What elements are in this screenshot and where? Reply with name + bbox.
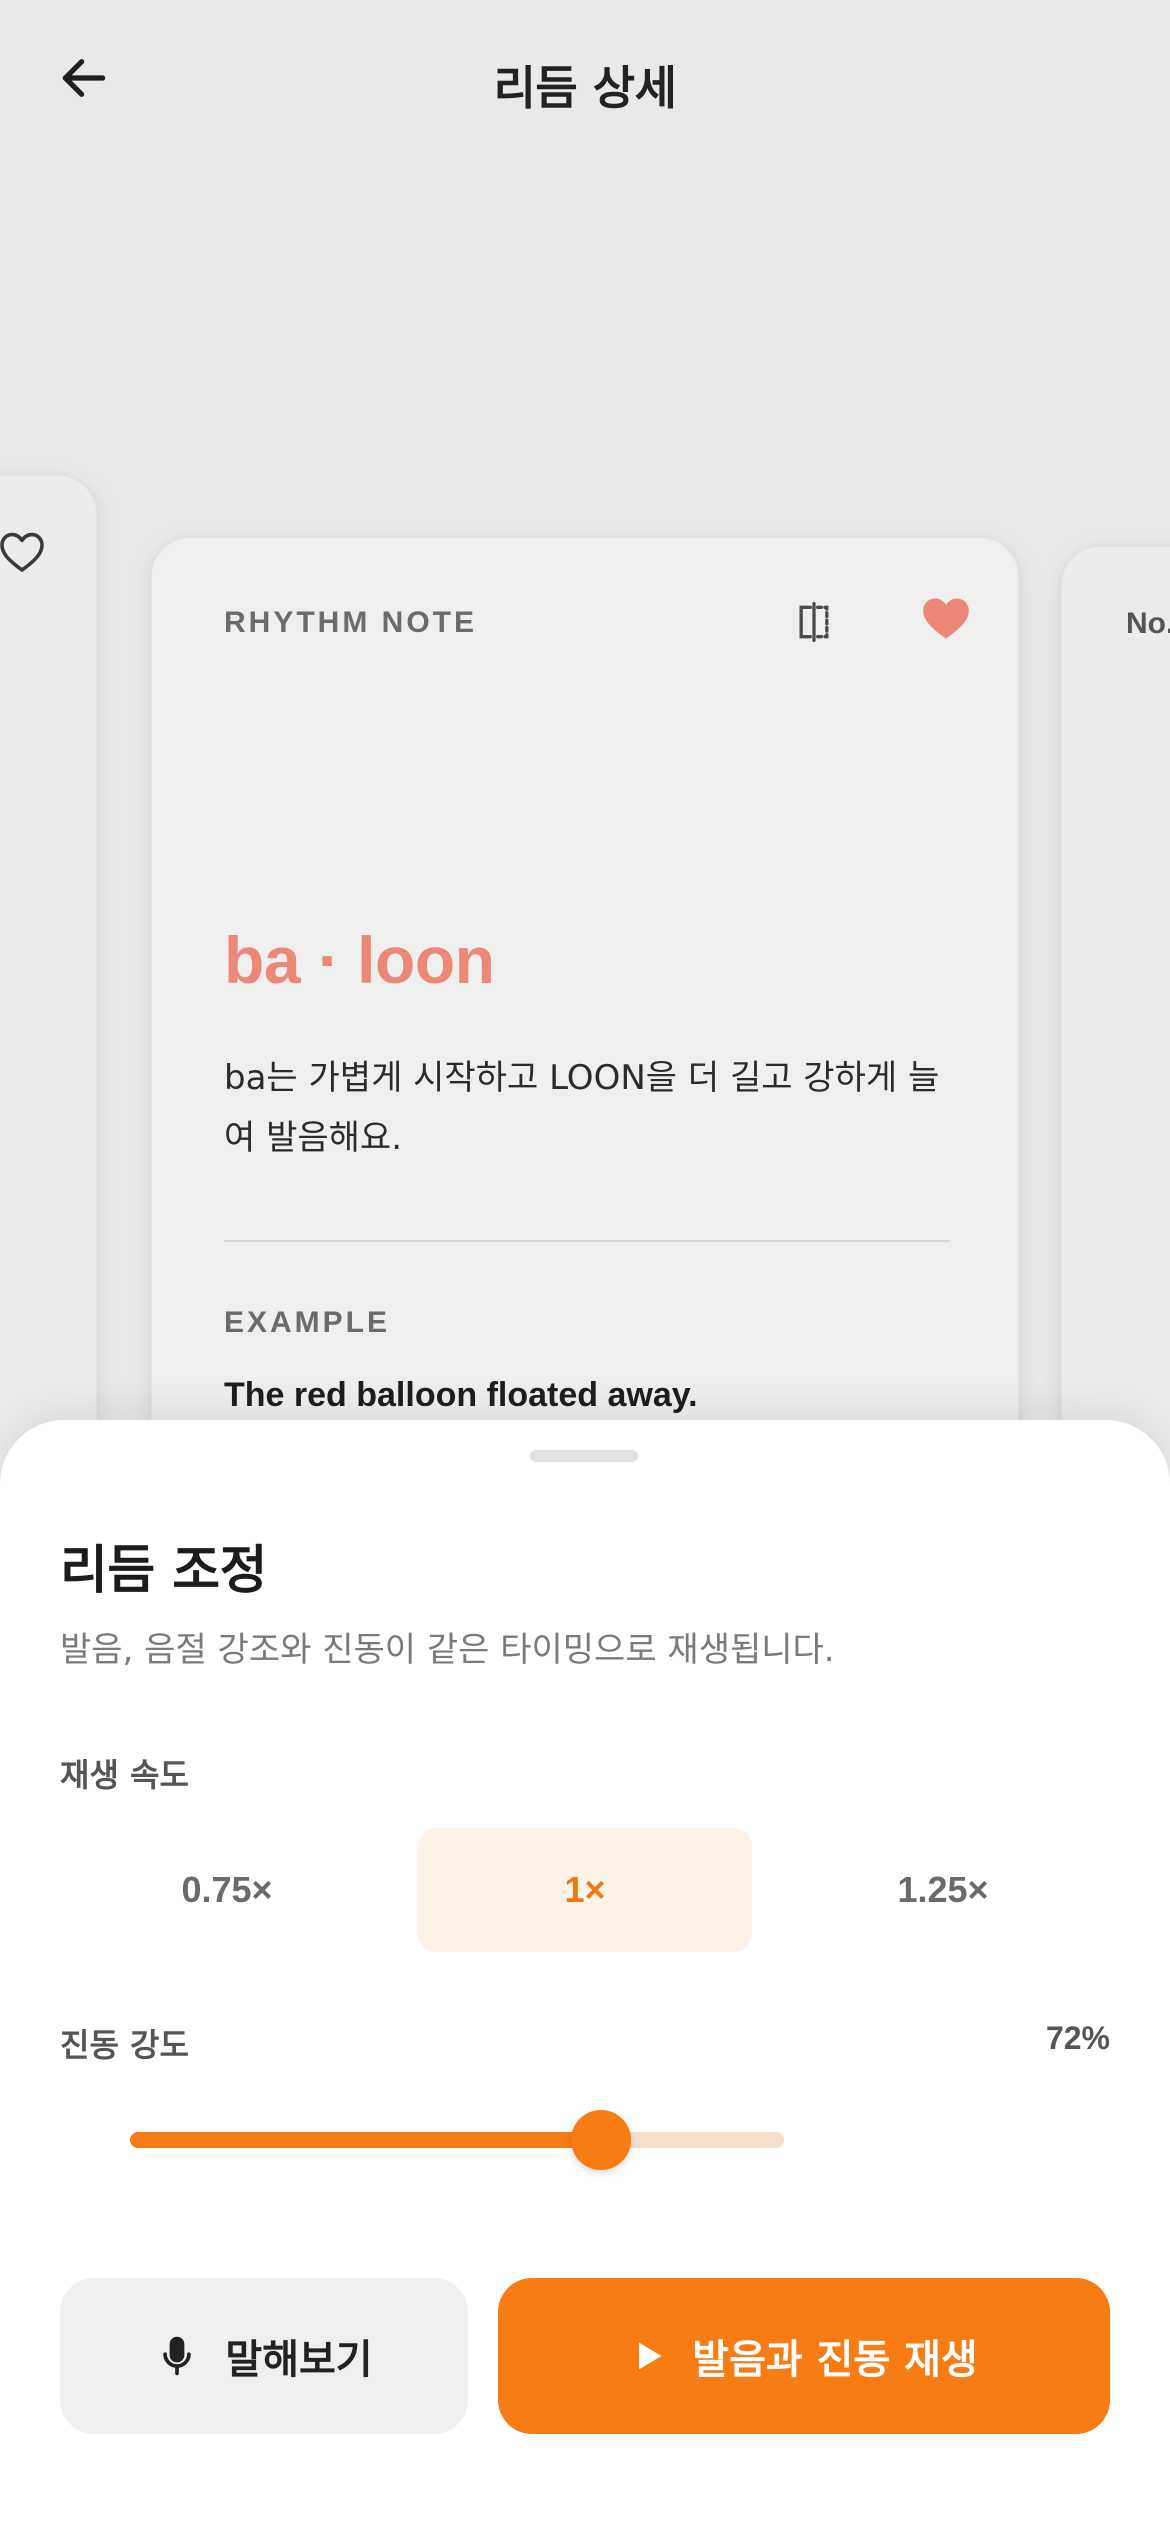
sheet-drag-handle[interactable] [530,1450,638,1462]
speed-option-1.25[interactable]: 1.25× [776,1828,1110,1952]
compare-split-icon[interactable] [792,600,836,644]
microphone-icon [163,2336,192,2376]
vibration-strength-slider[interactable] [130,2100,784,2180]
play-icon [639,2342,662,2370]
slider-fill [130,2132,601,2148]
sheet-subtitle: 발음, 음절 강조와 진동이 같은 타이밍으로 재생됩니다. [60,1630,835,1670]
playback-speed-selector: 0.75× 1× 1.25× [60,1828,1110,1952]
pronunciation-description: ba는 가볍게 시작하고 LOON을 더 길고 강하게 늘여 발음해요. [224,1058,940,1158]
rhythm-adjust-sheet: 리듬 조정 발음, 음절 강조와 진동이 같은 타이밍으로 재생됩니다. 재생 … [0,1420,1170,2532]
play-pronunciation-vibration-button[interactable]: 발음과 진동 재생 [498,2278,1110,2434]
vibration-strength-label: 진동 강도 [60,2026,189,2064]
rhythm-card-previous[interactable] [0,474,98,1574]
card-number-label: No. [1126,607,1170,640]
syllable-breakdown: ba · loon [224,923,495,997]
speak-button[interactable]: 말해보기 [60,2278,468,2434]
sheet-title: 리듬 조정 [60,1541,267,1601]
playback-speed-label: 재생 속도 [60,1756,189,1794]
header: 리듬 상세 [0,0,1170,170]
speed-option-1-selected[interactable]: 1× [418,1828,752,1952]
vibration-strength-value: 72% [1045,2020,1110,2056]
speed-option-0.75[interactable]: 0.75× [60,1828,394,1952]
play-button-label: 발음과 진동 재생 [692,2337,978,2383]
slider-thumb[interactable] [570,2110,631,2170]
screen: 리듬 상세 No. RHYTHM NOTE ba · loon ba는 가볍게 … [0,0,1170,2532]
heart-outline-icon[interactable] [0,530,46,574]
speak-button-label: 말해보기 [225,2337,373,2383]
card-divider [224,1240,950,1242]
example-sentence: The red balloon floated away. [224,1376,698,1414]
example-label: EXAMPLE [224,1306,391,1339]
rhythm-note-label: RHYTHM NOTE [224,606,477,639]
heart-filled-icon[interactable] [920,594,972,642]
page-title: 리듬 상세 [493,61,677,115]
